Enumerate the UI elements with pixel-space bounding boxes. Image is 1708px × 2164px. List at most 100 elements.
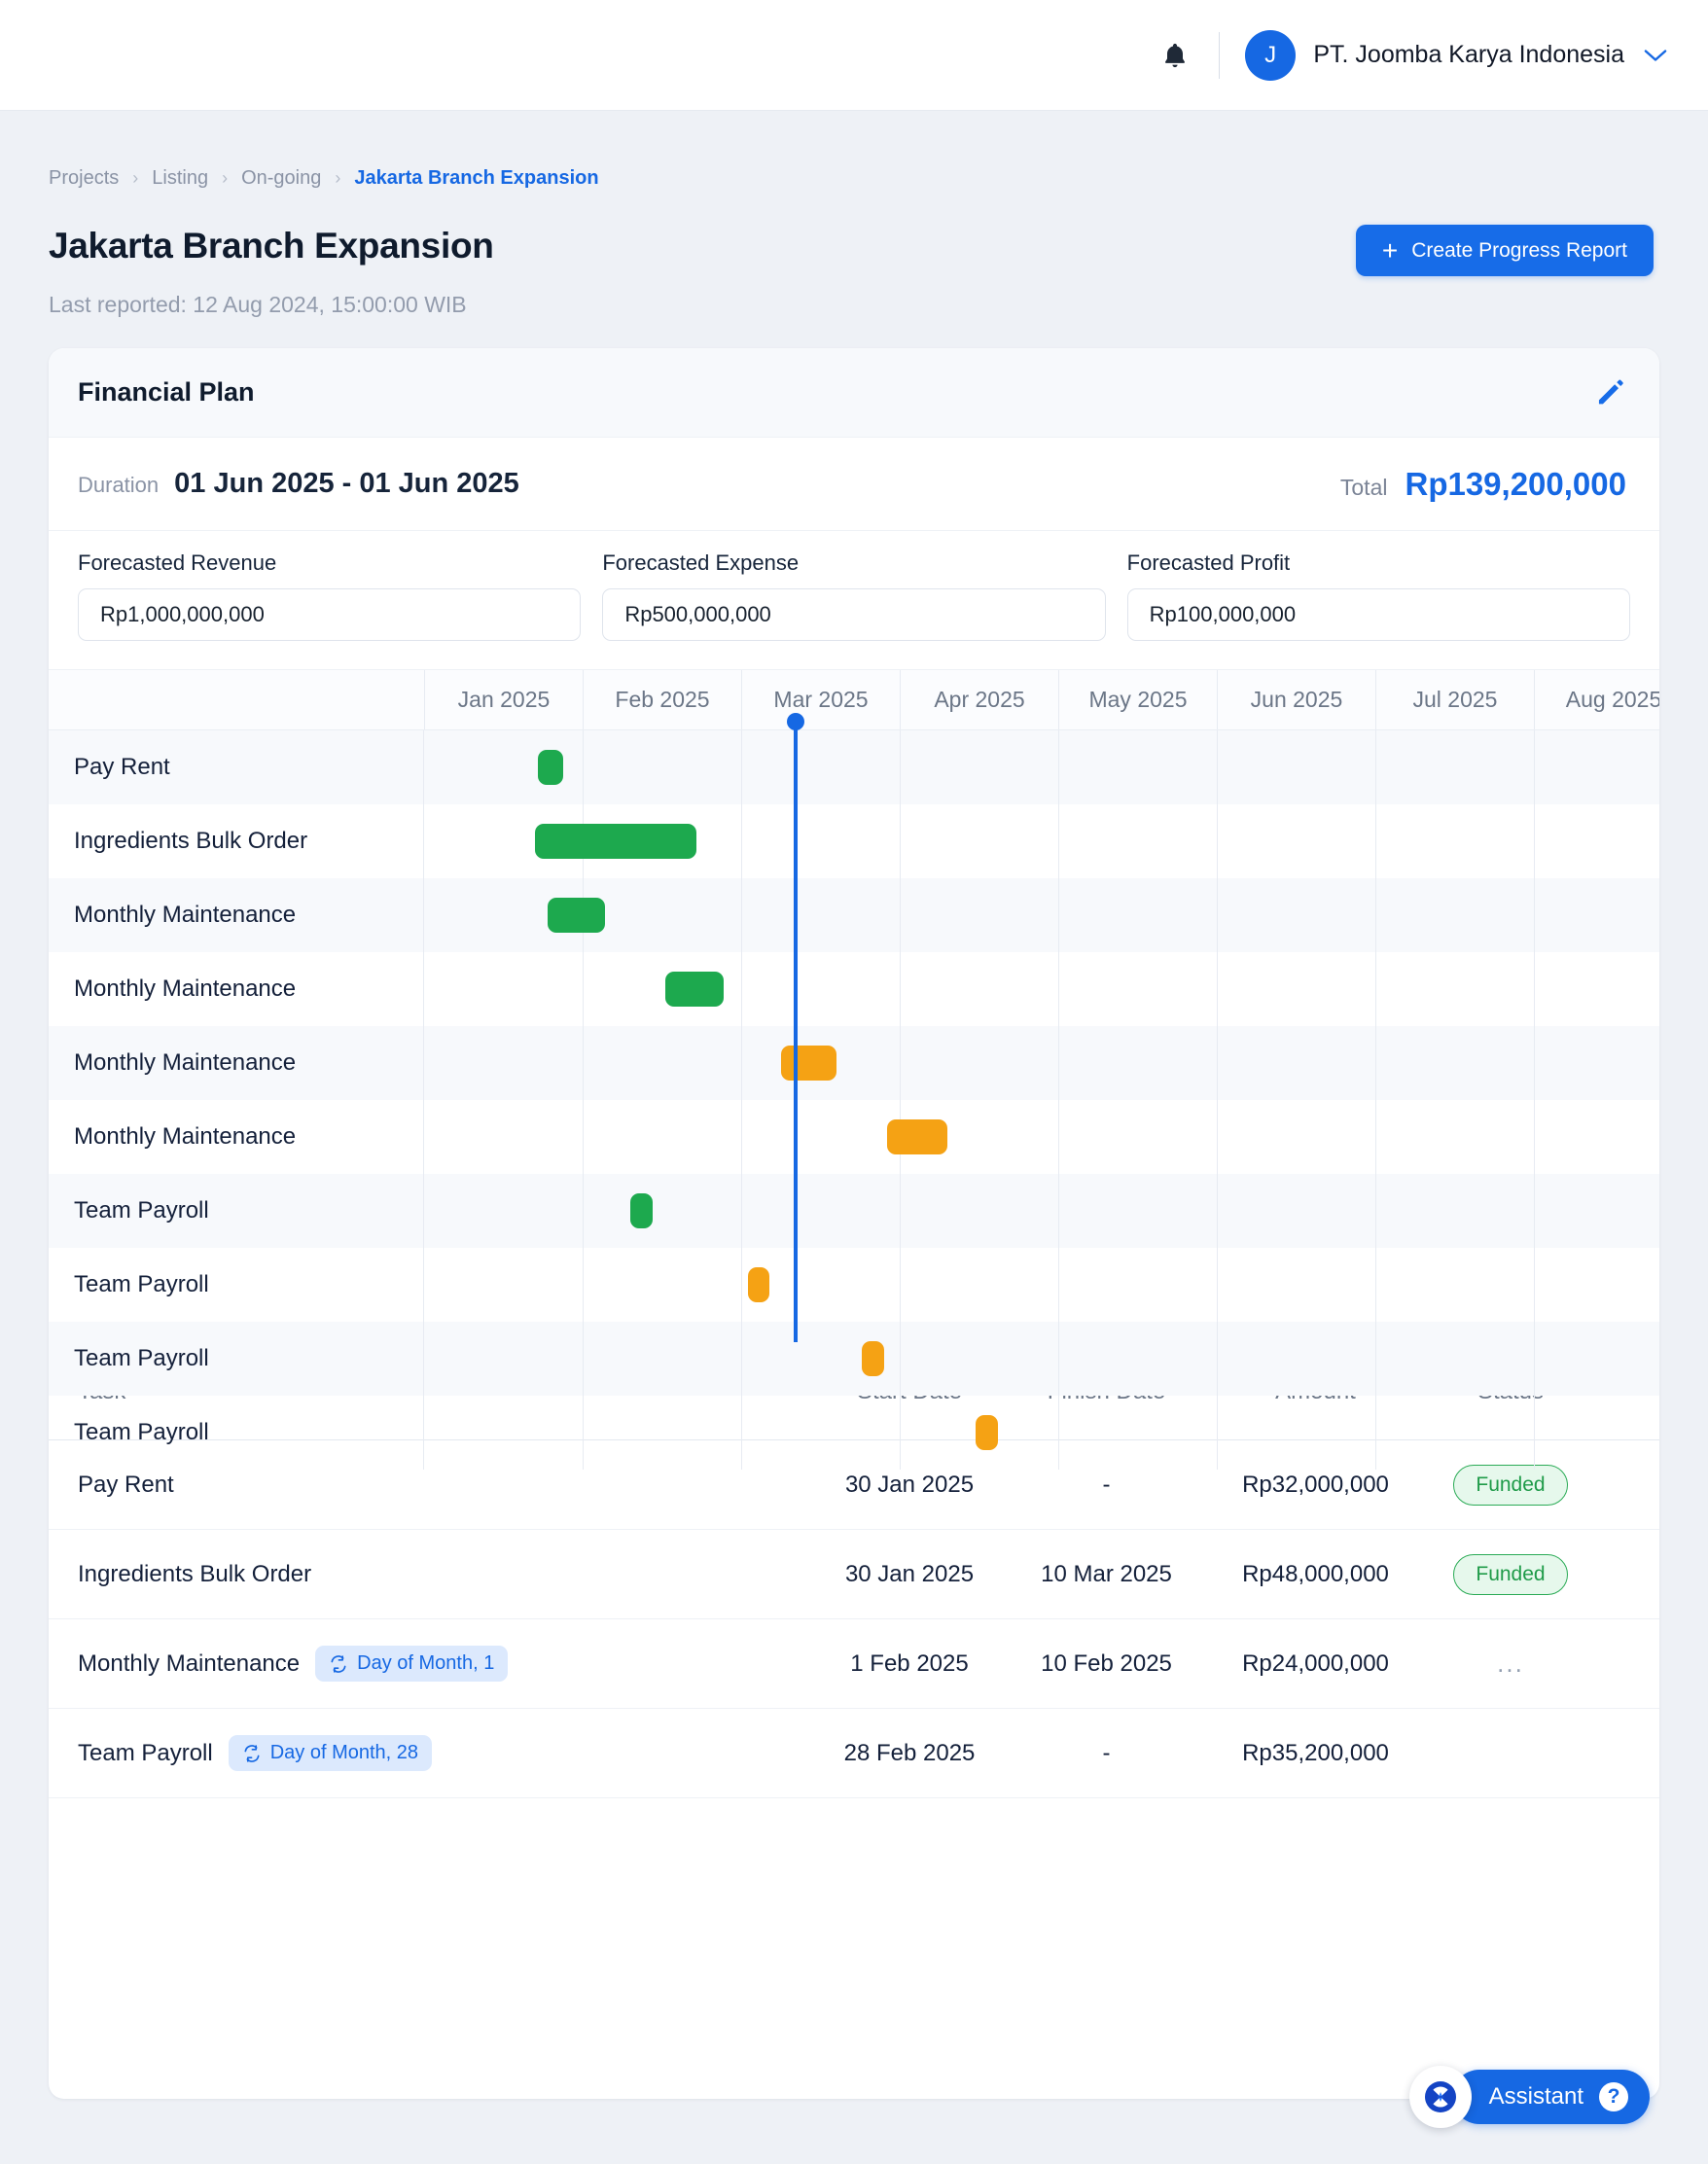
gantt-gridline: [583, 730, 584, 804]
breadcrumb-item-current[interactable]: Jakarta Branch Expansion: [354, 167, 598, 190]
gantt-month-2: Mar 2025: [741, 670, 900, 729]
gantt-gridline: [1375, 878, 1376, 952]
today-marker: [794, 722, 798, 1342]
create-progress-report-button[interactable]: + Create Progress Report: [1356, 225, 1654, 276]
gantt-bar[interactable]: [862, 1341, 884, 1376]
gantt-bar[interactable]: [748, 1267, 770, 1302]
duration-value: 01 Jun 2025 - 01 Jun 2025: [174, 468, 519, 500]
gantt-bar[interactable]: [665, 972, 724, 1007]
gantt-bar[interactable]: [630, 1193, 653, 1228]
gantt-gridline: [1217, 1174, 1218, 1248]
table-row[interactable]: Ingredients Bulk Order30 Jan 202510 Mar …: [49, 1530, 1659, 1619]
gantt-gridline: [900, 952, 901, 1026]
assistant-logo-button[interactable]: [1409, 2066, 1472, 2128]
cell-amount: Rp48,000,000: [1211, 1561, 1420, 1588]
account-menu[interactable]: J PT. Joomba Karya Indonesia: [1245, 30, 1669, 81]
table-row[interactable]: Monthly MaintenanceDay of Month, 11 Feb …: [49, 1619, 1659, 1709]
gantt-gridline: [741, 1174, 742, 1248]
financial-plan-header: Financial Plan: [49, 348, 1659, 438]
top-bar: J PT. Joomba Karya Indonesia: [0, 0, 1708, 111]
gantt-gridline: [1058, 804, 1059, 878]
gantt-gridline: [1534, 1248, 1535, 1322]
gantt-gridline: [1058, 1248, 1059, 1322]
last-reported-text: Last reported: 12 Aug 2024, 15:00:00 WIB: [49, 292, 467, 318]
account-name: PT. Joomba Karya Indonesia: [1313, 41, 1624, 69]
gantt-bar[interactable]: [781, 1046, 836, 1081]
gantt-gridline: [900, 878, 901, 952]
gantt-gridline: [1217, 1100, 1218, 1174]
cell-amount: Rp32,000,000: [1211, 1472, 1420, 1499]
cell-finish-date: 10 Mar 2025: [1002, 1561, 1211, 1588]
gantt-bar[interactable]: [535, 824, 696, 859]
today-marker-dot: [787, 713, 804, 730]
gantt-gridline: [583, 1100, 584, 1174]
recurrence-label: Day of Month, 28: [270, 1742, 418, 1764]
status-badge: Funded: [1453, 1465, 1567, 1506]
repeat-icon: [329, 1654, 348, 1674]
breadcrumb-item-listing[interactable]: Listing: [152, 167, 208, 190]
recurrence-chip[interactable]: Day of Month, 28: [229, 1735, 432, 1771]
gantt-gridline: [1375, 1396, 1376, 1470]
gantt-gridline: [1534, 730, 1535, 804]
bell-icon: [1160, 40, 1190, 71]
forecasted-profit-input[interactable]: [1127, 588, 1630, 641]
gantt-gridline: [583, 1322, 584, 1396]
repeat-icon: [242, 1744, 262, 1763]
gantt-bar[interactable]: [887, 1119, 947, 1154]
forecasted-revenue-input[interactable]: [78, 588, 581, 641]
cell-status: Funded: [1420, 1554, 1601, 1595]
edit-financial-plan-button[interactable]: [1593, 376, 1626, 409]
breadcrumb-item-ongoing[interactable]: On-going: [241, 167, 321, 190]
cell-task: Team Payroll Day of Month, 28: [78, 1735, 817, 1771]
gantt-chart: Jan 2025Feb 2025Mar 2025Apr 2025May 2025…: [49, 670, 1659, 1343]
gantt-gridline: [1375, 1248, 1376, 1322]
gantt-gridline: [900, 1026, 901, 1100]
forecasted-expense-input[interactable]: [602, 588, 1105, 641]
gantt-gridline: [1534, 804, 1535, 878]
gantt-gridline: [1058, 730, 1059, 804]
gantt-gridline: [583, 1396, 584, 1470]
gantt-gridline: [583, 1026, 584, 1100]
pencil-icon: [1593, 376, 1626, 409]
gantt-gridline: [1058, 1100, 1059, 1174]
assistant-button[interactable]: Assistant ?: [1452, 2070, 1650, 2124]
gantt-gridline: [1534, 878, 1535, 952]
table-row[interactable]: Team PayrollDay of Month, 2828 Feb 2025-…: [49, 1709, 1659, 1798]
cell-finish-date: -: [1002, 1740, 1211, 1767]
breadcrumb-separator: ›: [222, 168, 228, 189]
plus-icon: +: [1382, 237, 1398, 265]
gantt-row: Monthly Maintenance: [49, 952, 1659, 1026]
assistant-fab[interactable]: Assistant ?: [1409, 2066, 1650, 2128]
task-name: Ingredients Bulk Order: [78, 1561, 311, 1588]
gantt-track: [424, 1248, 1659, 1322]
gantt-bar[interactable]: [538, 750, 563, 785]
gantt-row: Team Payroll: [49, 1396, 1659, 1470]
breadcrumb-item-projects[interactable]: Projects: [49, 167, 119, 190]
app-page: J PT. Joomba Karya Indonesia Projects › …: [0, 0, 1708, 2164]
gantt-gridline: [1217, 804, 1218, 878]
forecasted-profit-field: Forecasted Profit: [1127, 550, 1630, 669]
breadcrumb-separator: ›: [132, 168, 138, 189]
gantt-gridline: [1058, 1026, 1059, 1100]
gantt-gridline: [1534, 1026, 1535, 1100]
recurrence-chip[interactable]: Day of Month, 1: [315, 1646, 508, 1682]
gantt-task-label: Team Payroll: [49, 1322, 424, 1396]
gantt-gridline: [1534, 1322, 1535, 1396]
forecasted-revenue-field: Forecasted Revenue: [78, 550, 581, 669]
status-ellipsis[interactable]: ...: [1497, 1649, 1524, 1679]
gantt-bar[interactable]: [548, 898, 605, 933]
gantt-gridline: [741, 1248, 742, 1322]
gantt-month-0: Jan 2025: [424, 670, 583, 729]
forecasted-revenue-label: Forecasted Revenue: [78, 550, 581, 576]
cell-task: Pay Rent: [78, 1472, 817, 1499]
gantt-gridline: [1534, 1396, 1535, 1470]
cell-task: Monthly MaintenanceDay of Month, 1: [78, 1646, 817, 1682]
gantt-task-label: Team Payroll: [49, 1396, 424, 1470]
gantt-gridline: [1058, 1174, 1059, 1248]
gantt-bar[interactable]: [976, 1415, 998, 1450]
duration-row: Duration 01 Jun 2025 - 01 Jun 2025 Total…: [49, 438, 1659, 531]
gantt-month-7: Aug 2025: [1534, 670, 1659, 729]
task-name: Team Payroll: [78, 1740, 213, 1767]
breadcrumb-separator: ›: [335, 168, 340, 189]
notifications-button[interactable]: [1153, 33, 1197, 78]
